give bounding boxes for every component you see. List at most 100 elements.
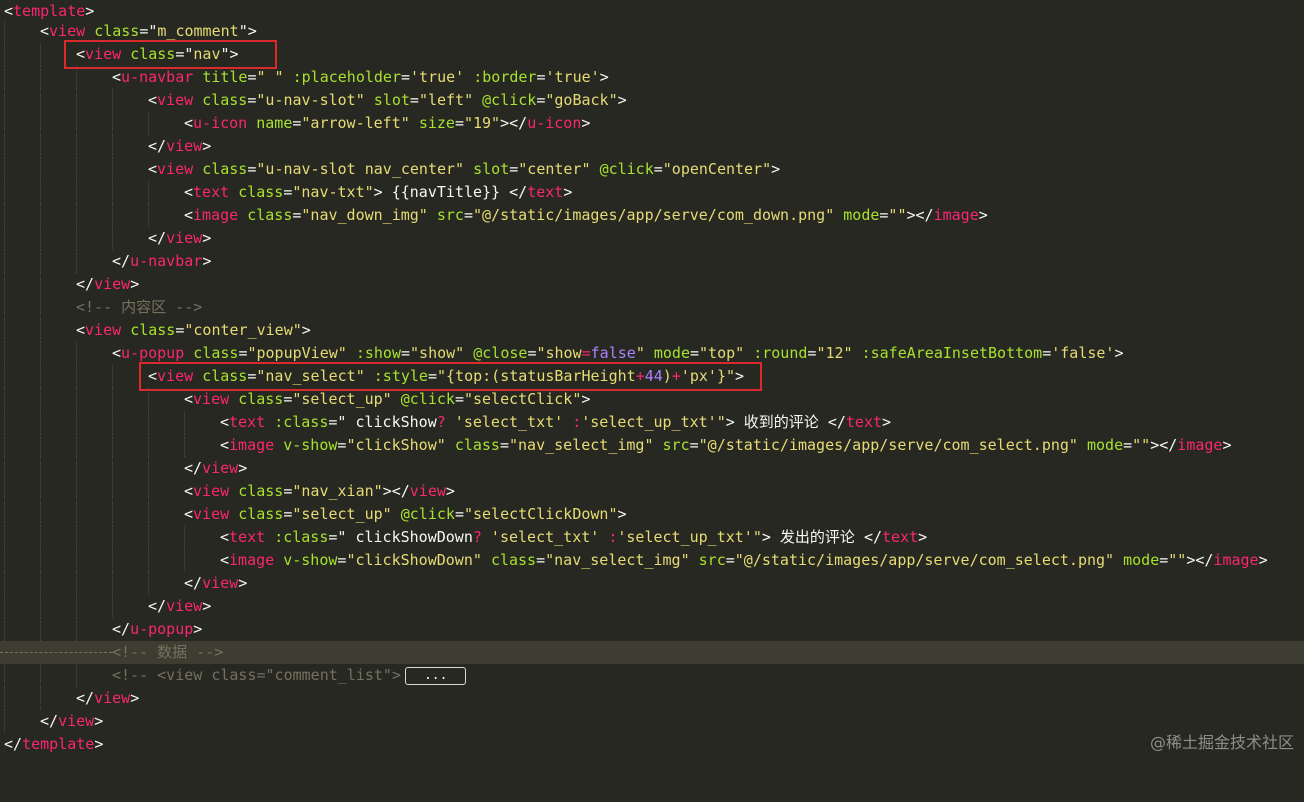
indent-guide [112,549,113,572]
code-token: "popupView" [247,344,347,362]
code-token: class [238,482,284,500]
code-token: mode [653,344,690,362]
indent-guide [76,457,77,480]
indent-guide [40,503,41,526]
indent-guide [4,273,5,296]
indent-guide [4,250,5,273]
indent-guide [40,66,41,89]
indent-guide [148,503,149,526]
indent-guide [76,411,77,434]
code-token: class [202,91,248,109]
code-token: "goBack" [545,91,618,109]
indent-guide [112,112,113,135]
indent-guide [4,112,5,135]
indent-guide [40,296,41,319]
indent-guide [40,526,41,549]
indent-guide [76,89,77,112]
code-token: text [845,413,883,431]
code-token: u-popup [130,620,194,638]
indent-guide [4,135,5,158]
code-line: </template> [4,735,104,753]
indent-guide [112,135,113,158]
code-token: "selectClickDown" [463,505,618,523]
indent-guide [40,664,41,687]
code-token: view [94,275,131,293]
code-token: class [238,183,284,201]
code-token: 发出的评论 [770,528,864,546]
indent-guide [40,273,41,296]
code-line: <view class="select_up" @click="selectCl… [0,388,1304,411]
code-token: "u-nav-slot nav_center" [256,160,465,178]
code-token: image [229,436,275,454]
code-token: class [238,505,284,523]
code-token: 'true' [410,68,465,86]
code-token: :class [274,413,329,431]
indent-guide [76,549,77,572]
code-token: : [572,413,582,431]
code-token: text [527,183,564,201]
code-token: "select_up" [292,390,392,408]
indent-guide [4,388,5,411]
code-token: " clickShowDown [337,528,473,546]
code-token: view [193,482,230,500]
code-token: 'false' [1051,344,1115,362]
code-token: v-show [283,551,338,569]
folded-region-button[interactable]: ... [404,666,467,685]
code-line: </view> [0,687,1304,710]
indent-guide [40,572,41,595]
indent-guide [40,342,41,365]
code-token: text [882,528,919,546]
indent-guide [4,319,5,342]
indent-guide [4,20,5,43]
indent-guide [4,687,5,710]
code-line: </view> [0,710,1304,733]
code-token: u-navbar [130,252,203,270]
indent-guide [76,204,77,227]
indent-guide [76,135,77,158]
indent-guide [112,411,113,434]
code-token: @click [400,390,455,408]
code-token: @click [482,91,537,109]
code-line: <u-icon name="arrow-left" size="19"></u-… [0,112,1304,135]
indent-guide [4,365,5,388]
code-token: "nav_xian" [292,482,383,500]
indent-guide [76,595,77,618]
code-token: text [229,413,266,431]
code-line: <!-- 内容区 --> [0,296,1304,319]
indent-guide [112,365,113,388]
code-editor[interactable]: <template> <view class="m_comment"> <vie… [0,0,1304,759]
indent-guide [76,480,77,503]
code-token: {{navTitle}} [382,183,510,201]
code-token: mode [843,206,880,224]
code-token: "arrow-left" [301,114,410,132]
indent-guide [40,618,41,641]
code-token: template [22,735,95,753]
indent-guide [4,664,5,687]
code-token: ? [472,528,482,546]
indent-guide [76,112,77,135]
code-token: :show [355,344,401,362]
code-comment: <!-- 数据 --> [112,643,224,661]
code-line: <image v-show="clickShowDown" class="nav… [0,549,1304,572]
code-token: false [590,344,636,362]
code-line: <view class="u-nav-slot nav_center" slot… [0,158,1304,181]
code-token: text [193,183,230,201]
code-token: view [49,22,86,40]
code-token: class [490,551,537,569]
indent-guide [112,158,113,181]
highlight-box-nav [64,40,277,69]
code-line: </view> [0,457,1304,480]
indent-guide [148,457,149,480]
indent-guide [148,434,149,457]
code-token: " " [256,68,284,86]
code-token: view [94,689,131,707]
code-token: view [409,482,446,500]
indent-guide [112,595,113,618]
code-comment: <!-- 内容区 --> [76,298,203,316]
code-token: mode [1123,551,1160,569]
code-token: @close [473,344,528,362]
code-line: </u-navbar> [0,250,1304,273]
code-token: src [698,551,726,569]
code-token: "12" [816,344,853,362]
indent-guide [4,411,5,434]
